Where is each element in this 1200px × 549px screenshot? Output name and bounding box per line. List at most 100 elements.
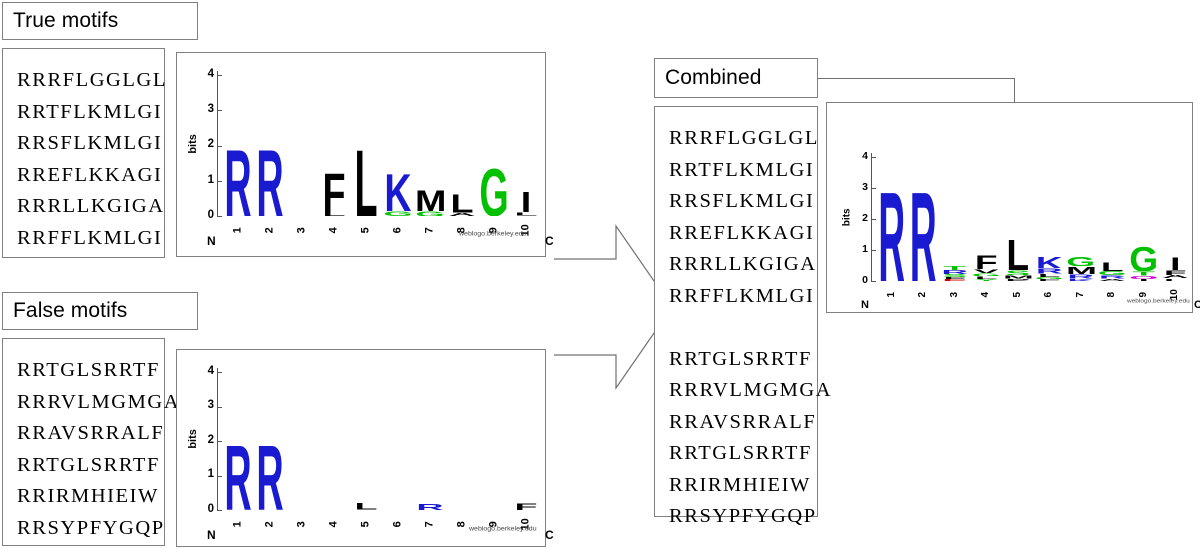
y-axis-tick xyxy=(218,407,222,408)
x-axis-position-label: 4 xyxy=(980,291,992,298)
false-motifs-header-label: False motifs xyxy=(13,299,128,322)
logo-letter: P xyxy=(1003,279,1033,281)
logo-letter: L xyxy=(1161,279,1191,281)
x-axis-position-label: 2 xyxy=(917,291,929,298)
x-axis-position-label: 1 xyxy=(231,227,244,234)
logo-letter-glyph: Y xyxy=(973,279,999,281)
y-axis-tick-label: 4 xyxy=(207,364,214,377)
sequence-item: RRSFLKMLGI xyxy=(669,190,815,212)
y-axis-tick xyxy=(218,476,222,477)
y-axis-title: bits xyxy=(187,429,200,450)
sequence-item: RREFLKKAGI xyxy=(17,163,163,186)
logo-letter-glyph: F xyxy=(1037,279,1061,281)
true-motifs-header-label: True motifs xyxy=(13,9,119,32)
logo-stack: R xyxy=(223,146,253,217)
y-axis-line xyxy=(217,368,218,511)
logo-letter-glyph: A xyxy=(448,212,476,216)
logo-letter-glyph: K xyxy=(1035,255,1063,269)
logo-letter-glyph: I xyxy=(1170,256,1181,271)
logo-letter-glyph: R xyxy=(878,184,906,281)
combined-sequence-list: RRRFLGGLGL RRTFLKMLGI RRSFLKMLGI RREFLKKAGI… xyxy=(654,106,833,527)
logo-letter-glyph: R xyxy=(416,504,444,510)
sequence-item: RRRVLMGMGA xyxy=(669,379,833,401)
sequence-item: RRFFLKMLGI xyxy=(17,226,163,249)
logo-letter-glyph: R xyxy=(256,145,284,217)
y-axis-tick-label: 3 xyxy=(207,399,214,412)
logo-stack: R xyxy=(909,185,939,281)
logo-letter: A xyxy=(447,213,477,216)
logo-letter-glyph: L xyxy=(450,193,474,213)
y-axis-tick xyxy=(872,281,876,282)
y-axis-title: bits xyxy=(187,133,200,154)
y-axis-tick-label: 0 xyxy=(207,208,214,221)
x-axis-position-label: 6 xyxy=(1043,291,1055,298)
x-axis-position-label: 1 xyxy=(885,291,897,298)
logo-letter: F xyxy=(1035,279,1065,281)
x-axis-position-label: 5 xyxy=(359,521,372,528)
false-motifs-sequence-logo: 0 1 2 3 4 bits N R 1 R 2 3 4 L 5 6 R 7 8 9 F 10 Cweblogo.berke… xyxy=(176,349,554,547)
x-axis-position-label: 8 xyxy=(1106,291,1118,298)
x-axis-position-label: 2 xyxy=(263,227,276,234)
logo-stack: LSMP xyxy=(1003,237,1033,281)
sequence-item: RRIRMHIEIW xyxy=(17,485,159,507)
y-axis-tick-label: 1 xyxy=(862,243,868,256)
combined-logo-canvas: 0 1 2 3 4 bits N R 1 R 2 T R S F E 3 F V G L Y 4 L S M P 5 K R L G F 6 G M R… xyxy=(827,103,1200,312)
logo-letter-glyph: G xyxy=(1066,256,1096,267)
false-logo-canvas: 0 1 2 3 4 bits N R 1 R 2 3 4 L 5 6 R 7 8 9 F 10 Cweblogo.berke… xyxy=(177,350,554,546)
logo-letter: F xyxy=(972,254,1002,269)
logo-letter: L xyxy=(447,193,477,212)
y-axis-tick-label: 4 xyxy=(207,67,214,80)
y-axis-tick-label: 3 xyxy=(862,181,868,194)
logo-letter: R xyxy=(877,185,907,281)
logo-letter-glyph: M xyxy=(1066,266,1096,275)
y-axis-tick-label: 0 xyxy=(862,274,868,287)
logo-letter-glyph: L xyxy=(1163,278,1187,281)
logo-stack: R xyxy=(255,146,285,217)
sequence-item: RRTFLKMLGI xyxy=(669,158,815,181)
combined-header-label: Combined xyxy=(665,66,762,89)
x-axis-position-label: 1 xyxy=(231,521,244,528)
combined-connector-vertical xyxy=(1014,78,1015,102)
sequence-item: RRTGLSRRTF xyxy=(17,453,160,476)
x-axis-position-label: 7 xyxy=(1074,291,1086,298)
sequence-item: RRAVSRRALF xyxy=(669,410,817,433)
logo-letter: L xyxy=(319,212,349,216)
y-axis-tick xyxy=(218,372,222,373)
logo-letter-glyph: E xyxy=(942,279,968,281)
x-axis-position-label: 4 xyxy=(327,227,340,234)
y-axis-tick-label: 0 xyxy=(207,502,214,515)
x-axis-position-label: 6 xyxy=(391,227,404,234)
logo-letter: L xyxy=(351,146,381,217)
logo-letter: I xyxy=(1129,279,1159,281)
logo-letter-glyph: M xyxy=(415,188,445,211)
logo-letter-glyph: L xyxy=(1006,237,1030,270)
c-terminus-label: C xyxy=(545,528,554,542)
logo-letter: R xyxy=(223,146,253,217)
sequence-item: RRSYPFYGQP xyxy=(17,516,165,539)
y-axis-tick xyxy=(218,75,222,76)
sequence-item: RRRVLMGMGA xyxy=(17,390,181,413)
logo-letter-glyph: G xyxy=(1129,245,1159,272)
x-axis-position-label: 6 xyxy=(391,521,404,528)
logo-stack: R xyxy=(415,504,445,510)
logo-letter-glyph: P xyxy=(1005,278,1031,281)
y-axis-tick xyxy=(218,441,222,442)
x-axis-position-label: 3 xyxy=(295,521,308,528)
logo-letter-glyph: I xyxy=(1138,278,1149,281)
sequence-item: RRSFLKMLGI xyxy=(17,132,163,154)
logo-stack: R xyxy=(877,185,907,281)
logo-stack: G xyxy=(479,166,509,216)
n-terminus-label: N xyxy=(207,234,216,248)
false-motifs-header: False motifs xyxy=(2,292,198,330)
sequence-item: RRTGLSRRTF xyxy=(669,442,812,464)
logo-stack: LA xyxy=(447,193,477,216)
logo-stack: KRLGF xyxy=(1035,256,1065,281)
sequence-item: RRTGLSRRTF xyxy=(17,359,160,381)
logo-stack: FVGLY xyxy=(972,254,1002,281)
logo-letter: I xyxy=(1161,257,1191,270)
logo-letter: R xyxy=(255,146,285,217)
y-axis-tick xyxy=(872,219,876,220)
y-axis-tick-label: 4 xyxy=(862,150,868,163)
logo-letter: L xyxy=(511,212,541,216)
logo-stack: IL xyxy=(511,191,541,216)
